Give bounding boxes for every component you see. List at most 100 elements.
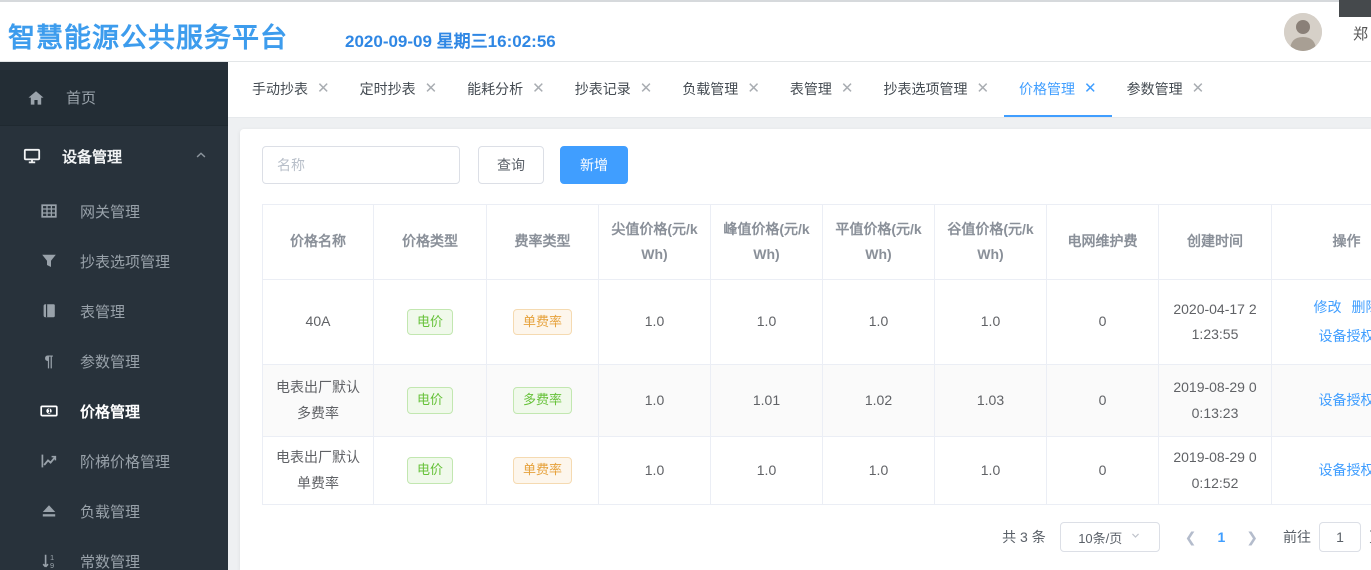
cell-grid-fee: 0 [1046,436,1159,505]
trend-chart-icon [40,452,58,470]
cell-valley-price: 1.03 [934,364,1047,437]
tab-参数管理[interactable]: 参数管理 ✕ [1112,62,1220,117]
price-table: 价格名称 价格类型 费率类型 尖值价格(元/kWh) 峰值价格(元/kWh) 平值价格(元… [262,204,1371,505]
tab-手动抄表[interactable]: 手动抄表 ✕ [237,62,345,117]
column-header: 峰值价格(元/kWh) [710,204,823,280]
sidebar-item-label: 抄表选项管理 [80,253,171,271]
pagination-total: 共 3 条 [1002,529,1046,545]
tab-抄表选项管理[interactable]: 抄表选项管理 ✕ [868,62,1004,117]
user-photo-icon [1284,13,1322,51]
sort-numeric-icon: 19 [40,552,58,570]
price-type-tag: 电价 [406,457,453,484]
window-corner [1339,0,1371,17]
cell-valley-price: 1.0 [934,279,1047,365]
search-input[interactable] [262,146,460,184]
page-title: 智慧能源公共服务平台 [8,23,288,53]
action-link-设备授权[interactable]: 设备授权 [1319,462,1371,478]
table-row: 电表出厂默认单费率 电价 单费率 1.0 1.0 1.0 1.0 0 2019-… [262,436,1371,505]
prev-page-icon[interactable]: ❮ [1172,529,1210,546]
cell-peak-price: 1.01 [710,364,823,437]
sidebar-item-网关管理[interactable]: 网关管理 [0,186,228,236]
add-button[interactable]: 新增 [560,146,628,184]
table-row: 电表出厂默认多费率 电价 多费率 1.0 1.01 1.02 1.03 0 20… [262,364,1371,437]
cell-price-name: 电表出厂默认单费率 [262,436,374,505]
close-icon[interactable]: ✕ [1084,81,1097,96]
column-header: 费率类型 [486,204,599,280]
tab-label: 参数管理 [1126,80,1183,97]
chevron-down-icon [1130,530,1141,544]
close-icon[interactable]: ✕ [841,81,854,96]
action-link-修改[interactable]: 修改 [1314,299,1342,315]
cell-actions: 修改删除设备授权 [1271,279,1371,365]
sidebar-item-常数管理[interactable]: 19 常数管理 [0,536,228,570]
avatar[interactable] [1284,13,1322,51]
cell-created: 2019-08-29 00:12:52 [1158,436,1272,505]
page-number[interactable]: 1 [1209,529,1233,545]
close-icon[interactable]: ✕ [976,81,989,96]
sidebar-item-label: 首页 [66,90,97,107]
query-button[interactable]: 查询 [478,146,544,184]
cell-actions: 设备授权 [1271,364,1371,437]
price-type-tag: 电价 [406,308,453,336]
column-header: 尖值价格(元/kWh) [598,204,711,280]
cell-sharp-price: 1.0 [598,364,711,437]
tab-负载管理[interactable]: 负载管理 ✕ [667,62,775,117]
tab-价格管理[interactable]: 价格管理 ✕ [1004,62,1112,117]
close-icon[interactable]: ✕ [317,81,330,96]
content-panel: 查询 新增 价格名称价格类型费率类型尖值价格(元/kWh)峰值价格(元/kWh)… [240,129,1371,570]
sidebar-item-参数管理[interactable]: ¶ 参数管理 [0,336,228,386]
sidebar-item-label: 价格管理 [80,403,141,421]
rate-type-tag: 单费率 [512,457,572,484]
close-icon[interactable]: ✕ [640,81,653,96]
svg-text:¶: ¶ [45,354,54,371]
action-link-删除[interactable]: 删除 [1352,299,1371,315]
sidebar-item-表管理[interactable]: 表管理 [0,286,228,336]
top-header: 智慧能源公共服务平台 2020-09-09 星期三16:02:56 郑 [0,0,1371,62]
tab-label: 定时抄表 [359,80,416,97]
column-header: 谷值价格(元/kWh) [934,204,1047,280]
cell-flat-price: 1.0 [822,279,935,365]
column-header: 价格类型 [373,204,487,280]
table-header-row: 价格名称 价格类型 费率类型 尖值价格(元/kWh) 峰值价格(元/kWh) 平值价格(元… [262,204,1371,280]
cell-actions: 设备授权 [1271,436,1371,505]
next-page-icon[interactable]: ❯ [1233,529,1271,546]
rate-type-tag: 单费率 [512,308,572,336]
cell-peak-price: 1.0 [710,279,823,365]
grid-icon [40,202,58,220]
close-icon[interactable]: ✕ [747,81,760,96]
cell-valley-price: 1.0 [934,436,1047,505]
tab-label: 抄表记录 [574,80,631,97]
page-size-select[interactable]: 10条/页 [1059,522,1160,552]
header-username[interactable]: 郑 [1353,23,1368,44]
sidebar-item-负载管理[interactable]: 负载管理 [0,486,228,536]
tab-label: 手动抄表 [252,80,308,97]
sidebar-item-抄表选项管理[interactable]: 抄表选项管理 [0,236,228,286]
sidebar-item-阶梯价格管理[interactable]: 阶梯价格管理 [0,436,228,486]
close-icon[interactable]: ✕ [532,81,545,96]
column-header: 价格名称 [262,204,374,280]
tab-定时抄表[interactable]: 定时抄表 ✕ [345,62,453,117]
toolbar: 查询 新增 [262,146,1371,184]
home-icon [27,89,45,107]
tab-能耗分析[interactable]: 能耗分析 ✕ [452,62,560,117]
sidebar-item-价格管理[interactable]: 1 价格管理 [0,386,228,436]
sidebar: 首页 设备管理 网关管理 抄表选项管理 表管理 ¶ 参数管理 1 价格管理 阶梯… [0,62,228,570]
action-link-设备授权[interactable]: 设备授权 [1319,328,1371,344]
column-header: 创建时间 [1158,204,1272,280]
cell-peak-price: 1.0 [710,436,823,505]
sidebar-item-label: 参数管理 [80,353,141,371]
tab-表管理[interactable]: 表管理 ✕ [775,62,869,117]
tab-抄表记录[interactable]: 抄表记录 ✕ [560,62,668,117]
action-link-设备授权[interactable]: 设备授权 [1319,392,1371,408]
close-icon[interactable]: ✕ [425,81,438,96]
goto-page-input[interactable] [1319,522,1361,552]
close-icon[interactable]: ✕ [1192,81,1205,96]
sidebar-submenu: 网关管理 抄表选项管理 表管理 ¶ 参数管理 1 价格管理 阶梯价格管理 负载管… [0,186,228,570]
sidebar-item-home[interactable]: 首页 [0,70,228,126]
tab-bar: 手动抄表 ✕ 定时抄表 ✕ 能耗分析 ✕ 抄表记录 ✕ 负载管理 ✕ 表管理 ✕… [228,62,1371,118]
cell-grid-fee: 0 [1046,279,1159,365]
goto-label: 前往 [1283,529,1311,545]
price-type-tag: 电价 [406,387,453,414]
sidebar-group-device-management[interactable]: 设备管理 [0,126,228,186]
column-header: 电网维护费 [1046,204,1159,280]
